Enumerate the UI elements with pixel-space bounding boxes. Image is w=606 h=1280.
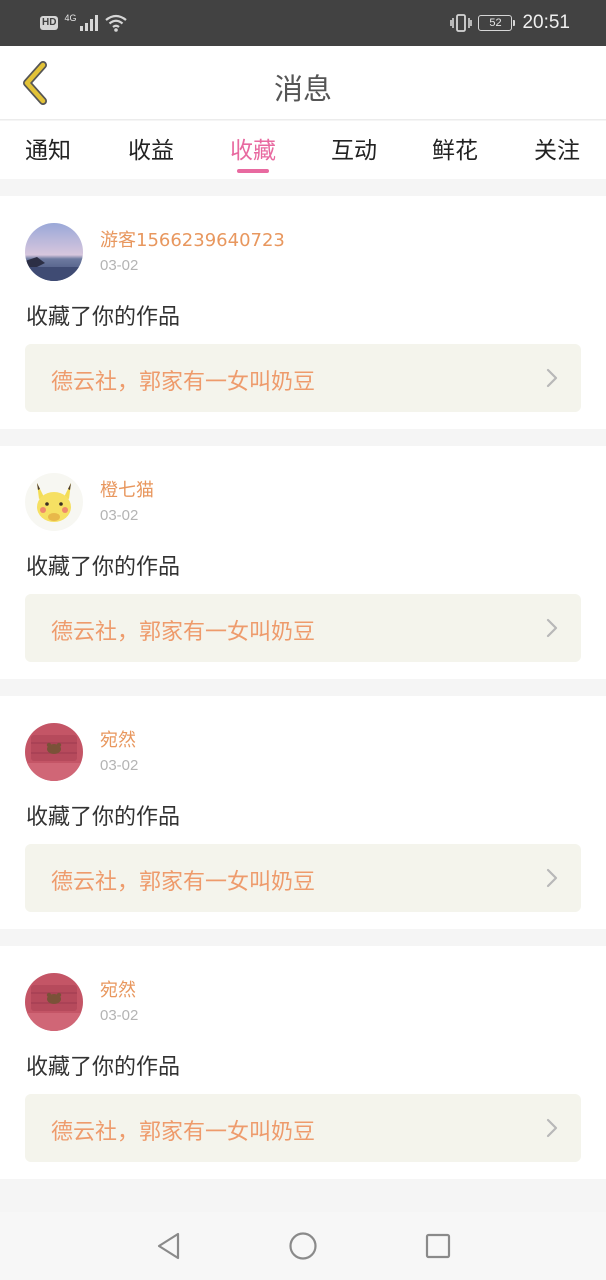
active-tab-indicator: [237, 169, 269, 173]
avatar[interactable]: [25, 723, 83, 781]
red-bear-photo: [25, 973, 83, 1031]
chevron-right-icon: [546, 1118, 558, 1138]
tab-label: 收藏: [230, 138, 276, 164]
work-link[interactable]: 德云社，郭家有一女叫奶豆: [25, 594, 581, 662]
tab-income[interactable]: 收益: [111, 131, 191, 175]
system-nav-bar: [0, 1212, 606, 1280]
page-title: 消息: [273, 72, 332, 106]
work-title: 德云社，郭家有一女叫奶豆: [51, 1120, 316, 1145]
back-triangle-icon: [157, 1232, 180, 1260]
user-name[interactable]: 宛然: [100, 976, 136, 1002]
message-date: 03-02: [100, 507, 139, 524]
notification-card: 游客1566239640723 03-02 收藏了你的作品 德云社，郭家有一女叫…: [0, 196, 606, 429]
notification-card: 宛然 03-02 收藏了你的作品 德云社，郭家有一女叫奶豆: [0, 946, 606, 1179]
tab-interaction[interactable]: 互动: [314, 131, 394, 175]
status-bar: HD 4G 52 20:51: [0, 0, 606, 46]
user-name[interactable]: 橙七猫: [100, 476, 154, 502]
tab-label: 通知: [25, 138, 71, 164]
tab-label: 关注: [534, 138, 580, 164]
work-link[interactable]: 德云社，郭家有一女叫奶豆: [25, 344, 581, 412]
battery-icon: 52: [478, 15, 516, 31]
work-title: 德云社，郭家有一女叫奶豆: [51, 620, 316, 645]
network-type: 4G: [64, 13, 77, 23]
work-link[interactable]: 德云社，郭家有一女叫奶豆: [25, 1094, 581, 1162]
sunset-photo: [25, 223, 83, 281]
avatar[interactable]: [25, 473, 83, 531]
tab-flowers[interactable]: 鲜花: [415, 131, 495, 175]
recents-button[interactable]: [421, 1229, 455, 1263]
nav-bar: 消息: [0, 46, 606, 120]
recents-square-icon: [425, 1233, 451, 1259]
battery-level: 52: [489, 17, 502, 29]
work-title: 德云社，郭家有一女叫奶豆: [51, 370, 316, 395]
vibrate-icon: [450, 14, 473, 32]
message-date: 03-02: [100, 757, 139, 774]
status-time: 20:51: [522, 12, 570, 33]
chevron-right-icon: [546, 868, 558, 888]
action-text: 收藏了你的作品: [26, 305, 181, 330]
tab-label: 鲜花: [432, 138, 478, 164]
avatar[interactable]: [25, 223, 83, 281]
user-name[interactable]: 宛然: [100, 726, 136, 752]
message-date: 03-02: [100, 1007, 139, 1024]
tab-label: 互动: [331, 138, 377, 164]
action-text: 收藏了你的作品: [26, 555, 181, 580]
home-button[interactable]: [286, 1229, 320, 1263]
avatar[interactable]: [25, 973, 83, 1031]
tab-follow[interactable]: 关注: [517, 131, 597, 175]
back-triangle-button[interactable]: [151, 1229, 185, 1263]
action-text: 收藏了你的作品: [26, 1055, 181, 1080]
hd-badge: HD: [40, 16, 59, 30]
red-bear-photo: [25, 723, 83, 781]
status-right: 52 20:51: [450, 10, 570, 36]
tab-notice[interactable]: 通知: [8, 131, 88, 175]
chevron-right-icon: [546, 618, 558, 638]
work-link[interactable]: 德云社，郭家有一女叫奶豆: [25, 844, 581, 912]
tab-favorites[interactable]: 收藏: [213, 131, 293, 175]
pikachu-photo: [25, 473, 83, 531]
notification-card: 宛然 03-02 收藏了你的作品 德云社，郭家有一女叫奶豆: [0, 696, 606, 929]
chevron-right-icon: [546, 368, 558, 388]
home-circle-icon: [289, 1232, 317, 1260]
tab-label: 收益: [128, 138, 174, 164]
message-date: 03-02: [100, 257, 139, 274]
tab-bar: 通知 收益 收藏 互动 鲜花 关注: [0, 121, 606, 179]
wifi-icon: [105, 14, 128, 32]
action-text: 收藏了你的作品: [26, 805, 181, 830]
user-name[interactable]: 游客1566239640723: [100, 226, 285, 252]
work-title: 德云社，郭家有一女叫奶豆: [51, 870, 316, 895]
signal-icon: [80, 15, 99, 31]
notification-card: 橙七猫 03-02 收藏了你的作品 德云社，郭家有一女叫奶豆: [0, 446, 606, 679]
status-left: HD 4G: [40, 12, 128, 34]
